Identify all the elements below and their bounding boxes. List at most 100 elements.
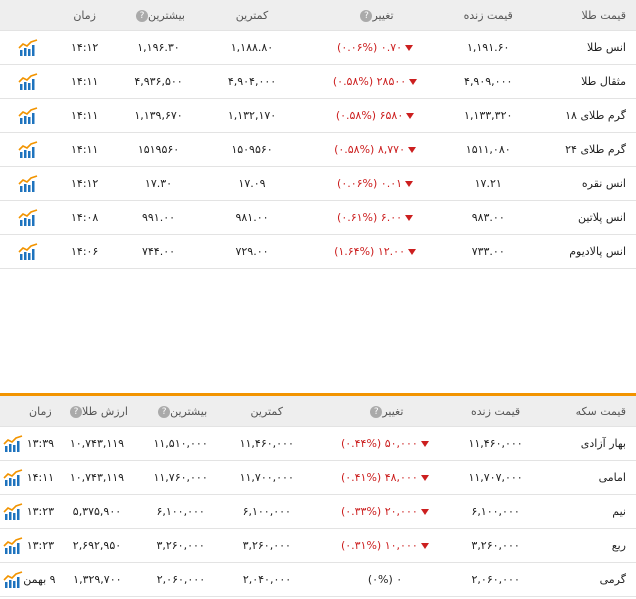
coin-price-table: قیمت سکه قیمت زنده تغییر? کمترین بیشترین… [0, 393, 636, 597]
header-live-price: قیمت زنده [463, 8, 513, 22]
table-row: نیم ۶,۱۰۰,۰۰۰ ۲۰,۰۰۰ (۰.۳۳%) ۶,۱۰۰,۰۰۰ ۶,۱۰۰… [0, 495, 636, 529]
bar-chart-icon[interactable] [18, 208, 38, 227]
coin-table-header: قیمت سکه قیمت زنده تغییر? کمترین بیشترین… [0, 396, 636, 427]
bar-chart-icon[interactable] [3, 468, 23, 487]
chart-link[interactable] [0, 502, 26, 521]
update-time: ۹ بهمن [23, 573, 56, 586]
high-price: ۲,۰۶۰,۰۰۰ [156, 573, 206, 586]
live-price: ۱۷.۲۱ [474, 177, 502, 190]
question-icon[interactable]: ? [135, 9, 148, 22]
table-row: گرم طلای ۱۸ ۱,۱۳۳,۳۲۰ ۶۵۸۰ (۰.۵۸%) ۱,۱۳۲,۱۷… [0, 99, 636, 133]
change-value: ۱۰,۰۰۰ (۰.۳۱%) [340, 539, 418, 552]
bar-chart-icon[interactable] [3, 434, 23, 453]
low-price: ۱۵۰۹۵۶۰ [231, 143, 273, 156]
change-value: ۶.۰۰ (۰.۶۱%) [337, 211, 403, 224]
chart-link[interactable] [0, 536, 26, 555]
high-price: ۱۱,۷۶۰,۰۰۰ [153, 471, 208, 484]
question-icon[interactable]: ? [70, 405, 82, 418]
header-high: بیشترین? [114, 9, 203, 22]
table-row: گرمی ۲,۰۶۰,۰۰۰ ۰ (۰%) ۲,۰۴۰,۰۰۰ ۲,۰۶۰,۰۰۰ ۱,۳… [0, 563, 636, 597]
price-change: ۰ (۰%) [311, 573, 459, 586]
bar-chart-icon[interactable] [18, 140, 38, 159]
header-change: تغییر? [311, 405, 459, 418]
update-time: ۱۴:۰۸ [71, 211, 99, 224]
down-triangle-icon [420, 543, 429, 549]
live-price: ۳,۲۶۰,۰۰۰ [471, 539, 520, 552]
item-name: مثقال طلا [581, 75, 626, 88]
chart-link[interactable] [0, 72, 55, 91]
update-time: ۱۴:۱۲ [71, 41, 99, 54]
low-price: ۱,۱۸۸.۸۰ [230, 41, 274, 54]
chart-link[interactable] [0, 242, 55, 261]
down-triangle-icon [407, 249, 416, 255]
live-price: ۴,۹۰۹,۰۰۰ [464, 75, 513, 88]
header-high: بیشترین? [139, 405, 223, 418]
header-live-price: قیمت زنده [471, 404, 521, 418]
update-time: ۱۴:۱۲ [71, 177, 99, 190]
header-low: کمترین [250, 404, 283, 418]
header-time: زمان [73, 8, 96, 22]
bar-chart-icon[interactable] [3, 570, 23, 589]
low-price: ۱۱,۴۶۰,۰۰۰ [239, 437, 294, 450]
table-row: انس نقره ۱۷.۲۱ ۰.۰۱ (۰.۰۶%) ۱۷.۰۹ ۱۷.۳۰ ۱۴:۱۲ [0, 167, 636, 201]
bar-chart-icon[interactable] [3, 536, 23, 555]
price-change: ۲۰,۰۰۰ (۰.۳۳%) [311, 505, 459, 518]
item-name: گرم طلای ۱۸ [565, 109, 626, 122]
low-price: ۳,۲۶۰,۰۰۰ [242, 539, 291, 552]
live-price: ۱۱,۷۰۷,۰۰۰ [468, 471, 523, 484]
bar-chart-icon[interactable] [18, 242, 38, 261]
high-price: ۴,۹۳۶,۵۰۰ [134, 75, 183, 88]
item-name: گرم طلای ۲۴ [565, 143, 626, 156]
chart-link[interactable] [0, 570, 26, 589]
gold-table-header: قیمت طلا قیمت زنده تغییر? کمترین بیشترین… [0, 0, 636, 31]
bar-chart-icon[interactable] [18, 106, 38, 125]
low-price: ۶,۱۰۰,۰۰۰ [242, 505, 291, 518]
high-price: ۱۵۱۹۵۶۰ [137, 143, 180, 156]
change-value: ۰.۷۰ (۰.۰۶%) [337, 41, 403, 54]
chart-link[interactable] [0, 208, 55, 227]
update-time: ۱۴:۱۱ [71, 143, 99, 156]
live-price: ۶,۱۰۰,۰۰۰ [471, 505, 520, 518]
update-time: ۱۳:۲۳ [26, 505, 55, 518]
bar-chart-icon[interactable] [3, 502, 23, 521]
change-value: ۲۰,۰۰۰ (۰.۳۳%) [340, 505, 418, 518]
down-triangle-icon [406, 113, 415, 119]
gold-value: ۱۰,۷۴۳,۱۱۹ [69, 471, 125, 484]
chart-link[interactable] [0, 140, 55, 159]
update-time: ۱۳:۳۹ [26, 437, 55, 450]
header-gold-name: قیمت طلا [581, 8, 626, 22]
update-time: ۱۴:۱۱ [26, 471, 55, 484]
chart-link[interactable] [0, 434, 26, 453]
bar-chart-icon[interactable] [18, 174, 38, 193]
bar-chart-icon[interactable] [18, 38, 38, 57]
change-value: ۰ (۰%) [367, 573, 403, 586]
high-price: ۱۷.۳۰ [144, 177, 173, 190]
high-price: ۳,۲۶۰,۰۰۰ [156, 539, 205, 552]
header-gold-value: ارزش طلا? [55, 405, 139, 418]
question-icon[interactable]: ? [158, 405, 171, 418]
gold-price-table: قیمت طلا قیمت زنده تغییر? کمترین بیشترین… [0, 0, 636, 269]
chart-link[interactable] [0, 38, 55, 57]
bar-chart-icon[interactable] [18, 72, 38, 91]
item-name: نیم [612, 505, 626, 518]
item-name: انس پلاتین [577, 211, 626, 224]
low-price: ۲,۰۴۰,۰۰۰ [242, 573, 292, 586]
change-value: ۵۰,۰۰۰ (۰.۴۴%) [340, 437, 418, 450]
question-icon[interactable]: ? [370, 405, 383, 418]
down-triangle-icon [420, 441, 429, 447]
chart-link[interactable] [0, 106, 55, 125]
price-change: ۸,۷۷۰ (۰.۵۸%) [301, 143, 449, 156]
question-icon[interactable]: ? [360, 9, 373, 22]
chart-link[interactable] [0, 468, 26, 487]
down-triangle-icon [420, 475, 429, 481]
down-triangle-icon [420, 509, 429, 515]
live-price: ۹۸۳.۰۰ [471, 211, 505, 224]
low-price: ۴,۹۰۴,۰۰۰ [227, 75, 277, 88]
chart-link[interactable] [0, 174, 55, 193]
change-value: ۶۵۸۰ (۰.۵۸%) [335, 109, 404, 122]
down-triangle-icon [405, 215, 414, 221]
live-price: ۱,۱۳۳,۳۲۰ [464, 109, 513, 122]
down-triangle-icon [405, 181, 414, 187]
item-name: امامی [598, 471, 626, 484]
change-value: ۰.۰۱ (۰.۰۶%) [337, 177, 403, 190]
